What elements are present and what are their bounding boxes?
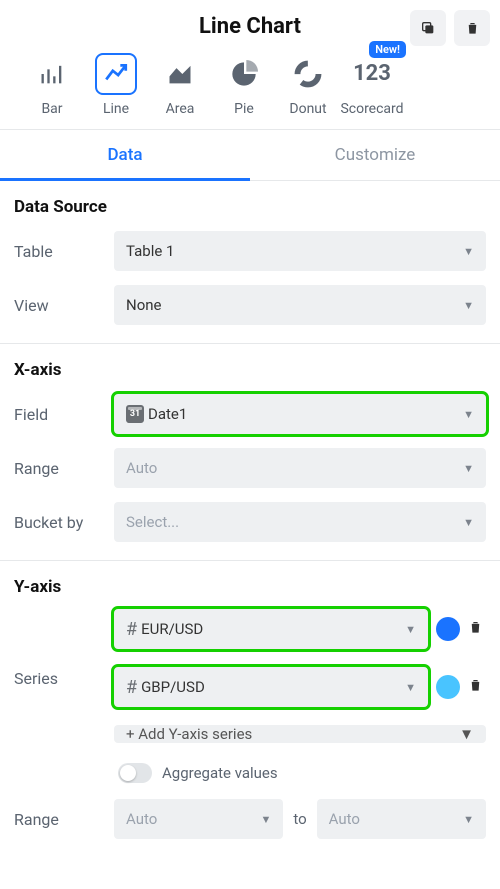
area-icon <box>166 60 194 88</box>
trash-icon <box>465 20 480 36</box>
delete-button[interactable] <box>454 10 490 46</box>
chart-type-bar[interactable]: Bar <box>20 53 84 117</box>
chart-type-label: Donut <box>289 101 326 117</box>
chevron-down-icon: ▼ <box>405 681 416 694</box>
select-value: Auto <box>329 810 360 828</box>
bucket-label: Bucket by <box>14 513 114 532</box>
number-field-icon: # <box>126 619 137 640</box>
chart-type-label: Line <box>103 101 129 117</box>
table-select[interactable]: Table 1 ▼ <box>114 231 486 271</box>
field-label: Field <box>14 405 114 424</box>
chart-type-label: Area <box>166 101 195 117</box>
section-data-source: Data Source Table Table 1 ▼ View None ▼ <box>0 181 500 344</box>
select-value: EUR/USD <box>141 620 203 638</box>
y-range-to-select[interactable]: Auto ▼ <box>317 799 486 839</box>
chevron-down-icon: ▼ <box>463 245 474 258</box>
chevron-down-icon: ▼ <box>463 299 474 312</box>
copy-icon <box>420 20 436 36</box>
bar-icon <box>38 60 66 88</box>
section-title: X-axis <box>14 360 486 380</box>
series-label: Series <box>14 609 114 688</box>
tab-customize[interactable]: Customize <box>250 130 500 180</box>
delete-series-0[interactable] <box>468 619 486 639</box>
duplicate-button[interactable] <box>410 10 446 46</box>
select-value: Table 1 <box>126 242 174 260</box>
trash-icon <box>468 677 483 693</box>
add-y-series-button[interactable]: + Add Y-axis series ▼ <box>114 725 486 743</box>
view-select[interactable]: None ▼ <box>114 285 486 325</box>
select-value: Auto <box>126 459 157 477</box>
aggregate-label: Aggregate values <box>162 764 278 782</box>
line-icon <box>103 61 129 87</box>
pie-icon <box>230 60 258 88</box>
chevron-down-icon: ▼ <box>405 623 416 636</box>
range-to-label: to <box>293 810 306 828</box>
add-series-label: + Add Y-axis series <box>126 725 252 743</box>
x-field-select[interactable]: 31 Date1 ▼ <box>114 394 486 434</box>
section-title: Y-axis <box>14 577 486 597</box>
date-field-icon: 31 <box>126 405 144 423</box>
chart-type-picker: Bar Line Area Pie Donut New! 123 Scoreca… <box>0 45 500 130</box>
chevron-down-icon: ▼ <box>463 516 474 529</box>
chevron-down-icon: ▼ <box>463 462 474 475</box>
aggregate-toggle[interactable] <box>118 763 152 783</box>
number-field-icon: # <box>126 677 137 698</box>
chart-type-area[interactable]: Area <box>148 53 212 117</box>
trash-icon <box>468 619 483 635</box>
y-series-select-1[interactable]: # GBP/USD ▼ <box>114 667 428 707</box>
view-label: View <box>14 296 114 315</box>
bucket-by-select[interactable]: Select... ▼ <box>114 502 486 542</box>
section-x-axis: X-axis Field 31 Date1 ▼ Range Auto ▼ Buc… <box>0 344 500 561</box>
x-range-select[interactable]: Auto ▼ <box>114 448 486 488</box>
tab-data[interactable]: Data <box>0 130 250 180</box>
chart-type-pie[interactable]: Pie <box>212 53 276 117</box>
chevron-down-icon: ▼ <box>463 408 474 421</box>
chevron-down-icon: ▼ <box>459 725 474 743</box>
select-value: Select... <box>126 513 179 531</box>
series-color-0[interactable] <box>436 617 460 641</box>
chart-type-donut[interactable]: Donut <box>276 53 340 117</box>
chart-type-scorecard[interactable]: New! 123 Scorecard <box>340 53 404 117</box>
delete-series-1[interactable] <box>468 677 486 697</box>
select-value: Auto <box>126 810 157 828</box>
chart-type-label: Scorecard <box>340 101 403 117</box>
chart-type-label: Bar <box>41 101 62 117</box>
y-range-label: Range <box>14 810 114 829</box>
chevron-down-icon: ▼ <box>260 813 271 826</box>
section-title: Data Source <box>14 197 486 217</box>
chart-type-label: Pie <box>234 101 254 117</box>
series-color-1[interactable] <box>436 675 460 699</box>
config-tabs: Data Customize <box>0 130 500 181</box>
select-value: Date1 <box>148 405 187 423</box>
donut-icon <box>294 60 322 88</box>
new-badge: New! <box>369 41 406 58</box>
y-series-select-0[interactable]: # EUR/USD ▼ <box>114 609 428 649</box>
select-value: None <box>126 296 162 314</box>
scorecard-icon: 123 <box>353 63 391 85</box>
range-label: Range <box>14 459 114 478</box>
y-range-from-select[interactable]: Auto ▼ <box>114 799 283 839</box>
chevron-down-icon: ▼ <box>463 813 474 826</box>
select-value: GBP/USD <box>141 678 205 696</box>
section-y-axis: Y-axis Series # EUR/USD ▼ <box>0 561 500 857</box>
chart-type-line[interactable]: Line <box>84 53 148 117</box>
table-label: Table <box>14 242 114 261</box>
